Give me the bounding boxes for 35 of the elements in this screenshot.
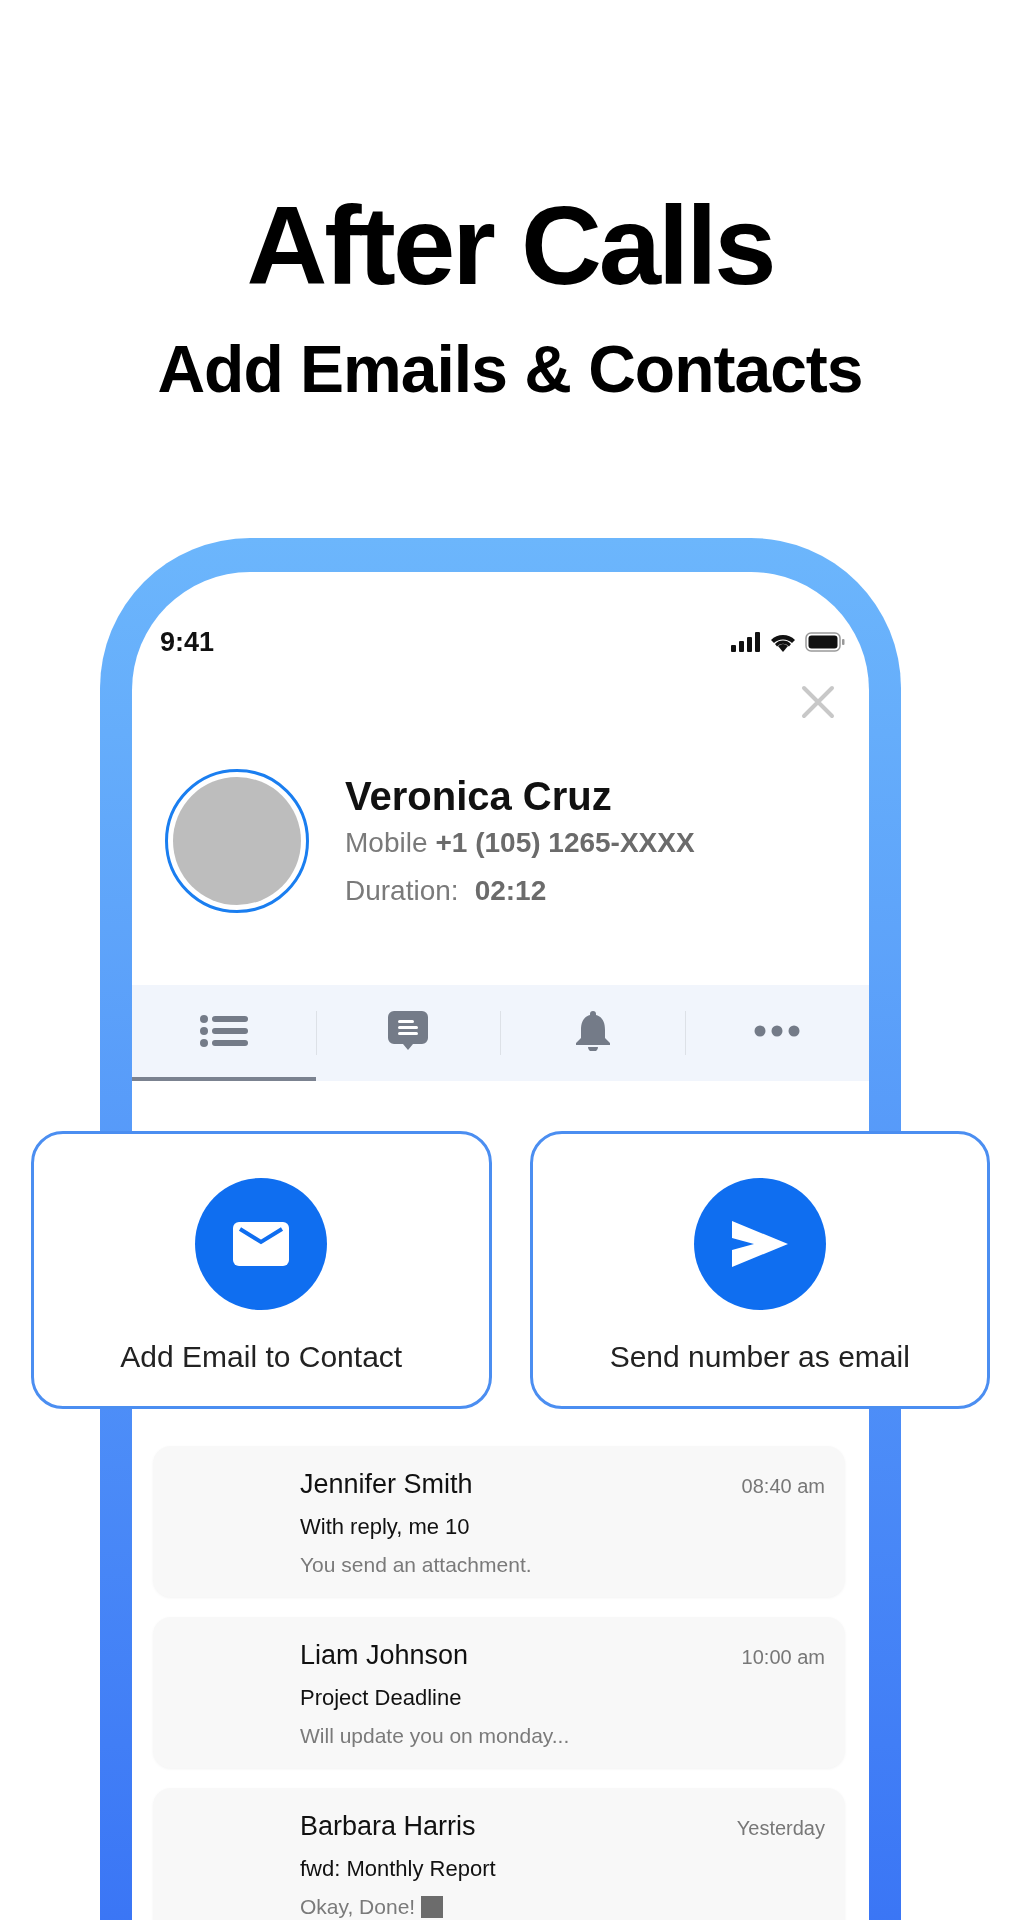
action-card[interactable]: Send number as email — [529, 1130, 990, 1409]
wifi-icon — [769, 632, 797, 653]
subheadline: Add Emails & Contacts — [156, 336, 864, 402]
list-icon — [199, 1013, 248, 1048]
bell-icon — [575, 1010, 610, 1051]
send-icon — [731, 1220, 788, 1267]
headline: After Calls — [245, 190, 775, 302]
sender-name: Liam Johnson — [300, 1638, 469, 1672]
envelope-icon — [233, 1221, 290, 1266]
battery-icon — [805, 632, 845, 653]
email-subject: fwd: Monthly Report — [300, 1855, 497, 1883]
email-time: 08:40 am — [741, 1473, 825, 1499]
message-icon — [388, 1010, 429, 1051]
duration-label: Duration: — [345, 873, 459, 908]
signal-icon — [731, 632, 761, 653]
duration-value: 02:12 — [474, 873, 547, 908]
email-subject: Project Deadline — [300, 1684, 463, 1712]
email-subject: With reply, me 10 — [300, 1513, 471, 1541]
status-time: 9:41 — [160, 626, 215, 659]
email-card[interactable]: Barbara Harris Yesterday fwd: Monthly Report Okay, Done! — [153, 1787, 845, 1920]
close-icon — [801, 684, 835, 719]
phone-number: +1 (105) 1265-XXXX — [435, 825, 695, 860]
email-card[interactable]: Liam Johnson 10:00 am Project Deadline Will update you on monday... — [153, 1616, 845, 1768]
email-card[interactable]: Jennifer Smith 08:40 am With reply, me 10 You send an attachment. — [153, 1445, 845, 1597]
email-time: 10:00 am — [741, 1644, 825, 1670]
email-preview: Will update you on monday... — [300, 1723, 570, 1749]
action-card[interactable]: Add Email to Contact — [31, 1130, 492, 1409]
sender-name: Barbara Harris — [300, 1809, 476, 1843]
phone-label: Mobile — [345, 825, 428, 860]
contact-name: Veronica Cruz — [345, 773, 613, 818]
sender-name: Jennifer Smith — [300, 1467, 473, 1501]
email-preview: You send an attachment. — [300, 1552, 532, 1578]
email-preview: Okay, Done! — [300, 1894, 416, 1920]
more-icon — [754, 1024, 801, 1037]
email-time: Yesterday — [736, 1815, 825, 1841]
